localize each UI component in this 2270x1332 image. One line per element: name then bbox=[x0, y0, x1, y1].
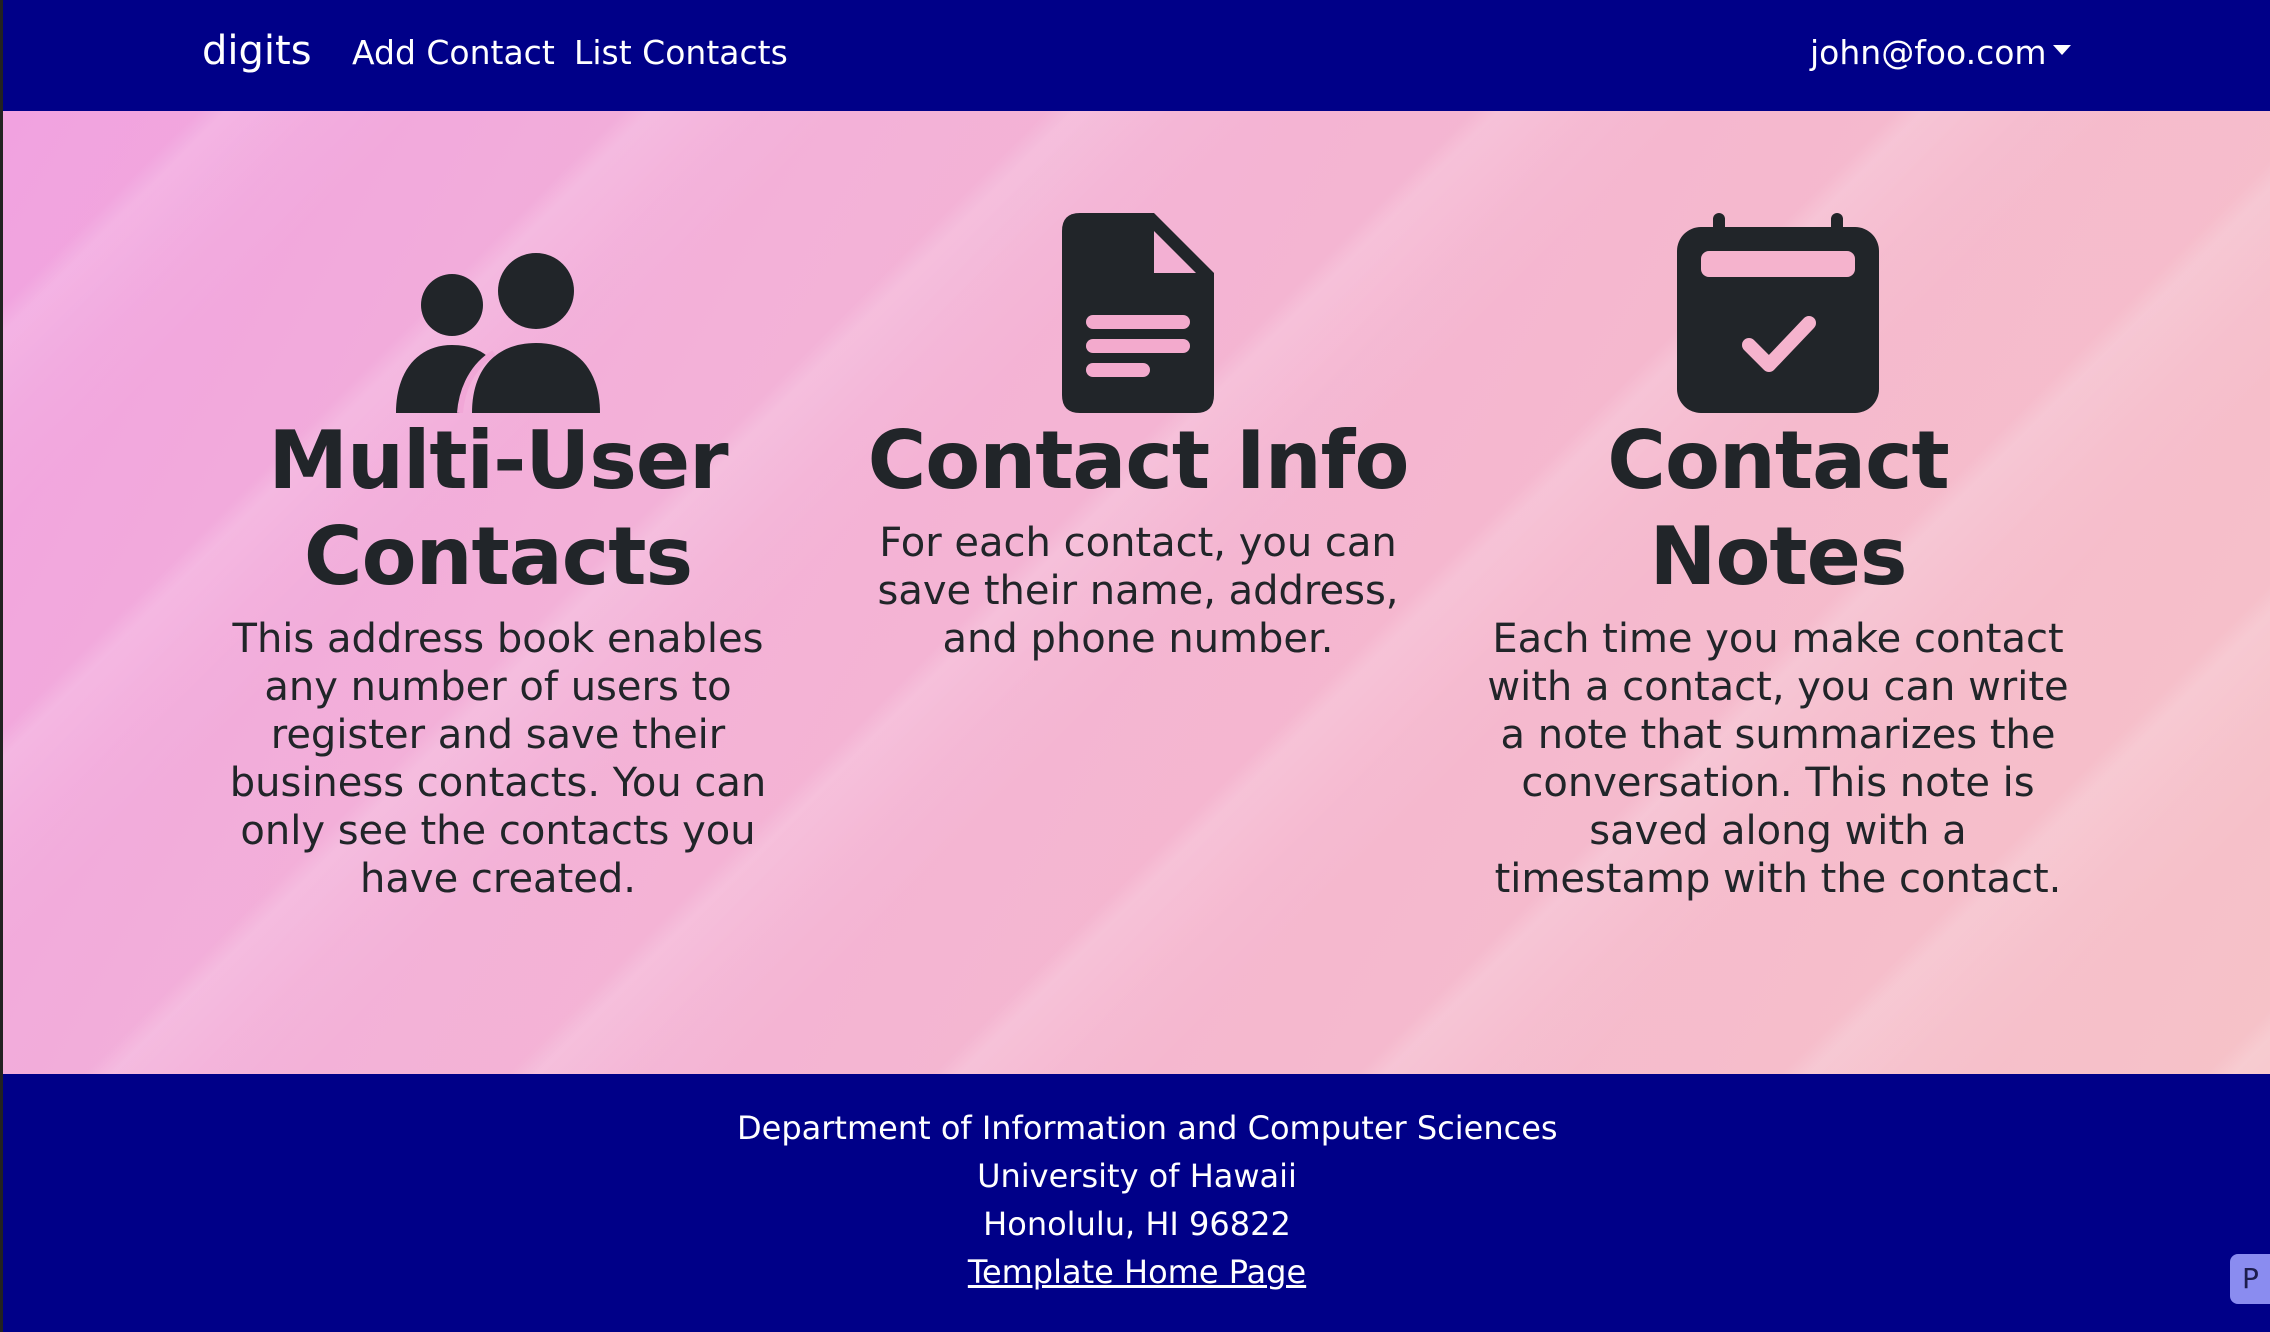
feature-contact-notes: Contact Notes Each time you make contact… bbox=[1478, 203, 2078, 903]
corner-button[interactable]: P bbox=[2230, 1254, 2270, 1304]
nav-add-contact[interactable]: Add Contact bbox=[352, 33, 555, 72]
feature-multi-user: Multi-User Contacts This address book en… bbox=[228, 203, 768, 903]
user-dropdown[interactable]: john@foo.com bbox=[1810, 33, 2071, 72]
page: digits Add Contact List Contacts john@fo… bbox=[0, 0, 2270, 1332]
user-email: john@foo.com bbox=[1810, 33, 2047, 72]
landing-hero: Multi-User Contacts This address book en… bbox=[0, 111, 2270, 1074]
feature-description: This address book enables any number of … bbox=[229, 616, 767, 902]
footer-university: University of Hawaii bbox=[977, 1157, 1297, 1195]
navbar: digits Add Contact List Contacts john@fo… bbox=[0, 0, 2270, 111]
users-icon bbox=[396, 253, 600, 413]
template-home-link[interactable]: Template Home Page bbox=[968, 1253, 1306, 1291]
feature-contact-info: Contact Info For each contact, you can s… bbox=[838, 203, 1438, 663]
footer-address: Honolulu, HI 96822 bbox=[983, 1205, 1291, 1243]
window-edge bbox=[0, 0, 3, 1332]
caret-down-icon bbox=[2052, 44, 2071, 55]
brand-link[interactable]: digits bbox=[202, 28, 312, 74]
document-icon bbox=[1062, 213, 1214, 413]
feature-description: Each time you make contact with a contac… bbox=[1487, 616, 2069, 902]
calendar-check-icon bbox=[1677, 213, 1879, 413]
feature-description: For each contact, you can save their nam… bbox=[877, 520, 1399, 662]
feature-title: Multi-User Contacts bbox=[268, 414, 728, 603]
feature-title: Contact Info bbox=[867, 414, 1410, 507]
footer: Department of Information and Computer S… bbox=[0, 1074, 2270, 1332]
feature-title: Contact Notes bbox=[1607, 414, 1950, 603]
footer-department: Department of Information and Computer S… bbox=[737, 1109, 1558, 1147]
nav-list-contacts[interactable]: List Contacts bbox=[574, 33, 788, 72]
